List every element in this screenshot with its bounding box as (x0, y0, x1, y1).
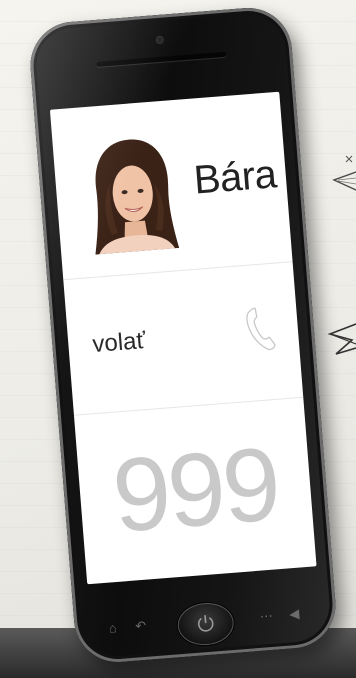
phone-wrapper: Bára volať 999 ⌂ ↶ ⋯ ◀ (0, 0, 356, 678)
search-icon[interactable]: ◀ (286, 606, 303, 623)
phone-handset-icon[interactable] (244, 305, 278, 353)
softkey-bar: ⌂ ↶ ⋯ ◀ (74, 593, 338, 653)
number-row: 999 (74, 397, 317, 585)
contact-avatar (95, 139, 180, 255)
phone-screen: Bára volať 999 (49, 91, 317, 585)
contact-row[interactable]: Bára (49, 91, 293, 281)
back-icon[interactable]: ↶ (132, 618, 149, 635)
power-icon (197, 615, 214, 632)
menu-icon[interactable]: ⋯ (258, 608, 275, 625)
earpiece-speaker (96, 51, 227, 67)
emergency-number: 999 (108, 426, 282, 555)
front-camera-icon (156, 36, 164, 44)
contact-name: Bára (192, 152, 278, 203)
home-icon[interactable]: ⌂ (104, 620, 121, 637)
call-row[interactable]: volať (63, 261, 304, 416)
smartphone: Bára volať 999 ⌂ ↶ ⋯ ◀ (27, 4, 339, 666)
call-label: volať (91, 327, 147, 359)
power-button[interactable] (176, 600, 236, 648)
